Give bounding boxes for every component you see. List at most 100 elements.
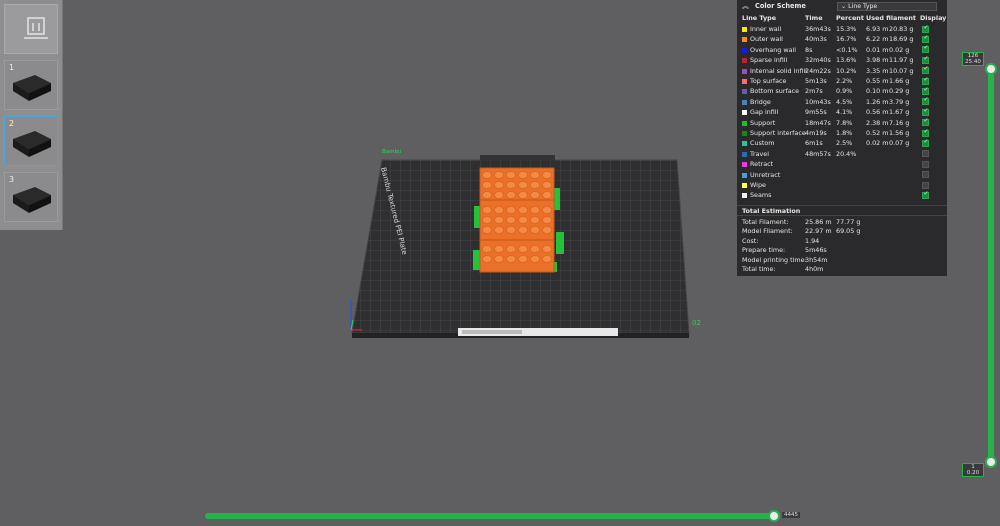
model-stud — [530, 226, 540, 234]
estimation-label: Total Filament: — [742, 218, 789, 226]
display-checkbox[interactable] — [922, 171, 929, 179]
color-swatch — [742, 151, 747, 157]
line-type-weight: 1.66 g — [889, 77, 910, 85]
model-stud — [506, 255, 516, 263]
display-checkbox[interactable] — [922, 55, 929, 64]
move-slider-handle[interactable] — [768, 510, 780, 522]
color-swatch — [742, 68, 747, 74]
move-slider-value: 4445 — [782, 512, 800, 518]
model-stud — [542, 181, 552, 189]
display-checkbox[interactable] — [922, 160, 929, 168]
model-stud — [506, 206, 516, 214]
plate-model-icon — [13, 131, 51, 157]
line-type-percent: 16.7% — [836, 35, 857, 44]
display-checkbox[interactable] — [922, 138, 929, 147]
model-stud — [506, 226, 516, 234]
layer-top-label: 126 25.40 — [962, 52, 984, 66]
line-type-weight: 10.07 g — [889, 66, 914, 75]
line-type-length: 0.55 m — [866, 77, 889, 85]
model-stud — [530, 181, 540, 189]
gcode-legend-panel: ︽ Color Scheme ⌄ Line Type Line Type Tim… — [737, 0, 947, 276]
color-swatch — [742, 162, 747, 168]
display-checkbox[interactable] — [922, 117, 929, 127]
display-checkbox[interactable] — [922, 86, 929, 95]
color-swatch — [742, 89, 747, 95]
legend-row: Top surface 5m13s 2.2% 0.55 m 1.66 g — [737, 76, 947, 86]
model-stud — [518, 226, 528, 234]
line-type-weight: 20.83 g — [889, 25, 914, 33]
display-checkbox[interactable] — [922, 190, 929, 199]
line-type-name: Internal solid infill — [750, 66, 807, 75]
plate-thumbnail-3[interactable]: 3 — [4, 172, 58, 222]
color-scheme-select[interactable]: ⌄ Line Type — [837, 2, 937, 11]
estimation-value: 4h0m — [805, 265, 824, 273]
line-type-percent: 4.1% — [836, 108, 853, 117]
line-type-length: 0.56 m — [866, 108, 889, 117]
line-type-name: Wipe — [750, 181, 766, 189]
line-type-weight: 0.02 g — [889, 45, 910, 54]
line-type-time: 8s — [805, 45, 813, 54]
color-scheme-title: Color Scheme — [755, 2, 806, 10]
line-type-weight: 1.67 g — [889, 108, 910, 117]
plate-id-label: 02 — [692, 319, 701, 327]
line-type-name: Outer wall — [750, 35, 783, 44]
display-checkbox[interactable] — [922, 65, 929, 75]
line-type-time: 10m43s — [805, 97, 831, 106]
legend-row: Internal solid infill 24m22s 10.2% 3.35 m 10… — [737, 65, 947, 76]
model-stud — [542, 171, 552, 179]
legend-row: Wipe — [737, 180, 947, 190]
legend-row: Bridge 10m43s 4.5% 1.26 m 3.79 g — [737, 96, 947, 107]
total-estimation-title: Total Estimation — [742, 207, 801, 215]
legend-row: Overhang wall 8s <0.1% 0.01 m 0.02 g — [737, 44, 947, 55]
legend-divider — [737, 205, 947, 206]
display-checkbox[interactable] — [922, 44, 929, 54]
display-checkbox[interactable] — [922, 34, 929, 43]
line-type-name: Travel — [750, 149, 769, 158]
model-stud — [482, 245, 492, 253]
plate-thumbnail-1[interactable]: 1 — [4, 60, 58, 110]
layer-slider-track[interactable] — [988, 70, 994, 462]
legend-row: Inner wall 36m43s 15.3% 6.93 m 20.83 g — [737, 24, 947, 34]
column-header-percent: Percent — [836, 14, 864, 22]
line-type-length: 6.93 m — [866, 25, 889, 33]
line-type-length: 0.52 m — [866, 129, 889, 137]
layer-slider-top-handle[interactable] — [985, 63, 997, 75]
model-stud — [506, 171, 516, 179]
display-checkbox[interactable] — [922, 76, 929, 85]
model-stud — [518, 216, 528, 224]
estimation-row: Model Filament: 22.97 m 69.05 g — [737, 227, 947, 236]
legend-row: Sparse infill 32m40s 13.6% 3.98 m 11.97 g — [737, 55, 947, 65]
layer-slider-bottom-handle[interactable] — [985, 456, 997, 468]
model-stud — [530, 191, 540, 199]
line-type-name: Inner wall — [750, 25, 782, 33]
legend-row: Retract — [737, 159, 947, 169]
line-type-weight: 0.29 g — [889, 87, 910, 96]
display-checkbox[interactable] — [922, 96, 929, 106]
line-type-weight: 7.16 g — [889, 118, 910, 127]
estimation-label: Cost: — [742, 236, 759, 245]
line-type-percent: <0.1% — [836, 45, 858, 54]
display-checkbox[interactable] — [922, 24, 929, 33]
move-slider-track[interactable] — [205, 513, 777, 519]
display-checkbox[interactable] — [922, 181, 929, 189]
line-type-name: Support — [750, 118, 776, 127]
estimation-label: Model Filament: — [742, 227, 793, 236]
model-stud — [530, 216, 540, 224]
display-checkbox[interactable] — [922, 150, 929, 158]
legend-row: Gap infill 9m55s 4.1% 0.56 m 1.67 g — [737, 107, 947, 117]
estimation-row: Total time: 4h0m — [737, 265, 947, 274]
plate-overview-button[interactable] — [4, 4, 58, 54]
model-stud — [542, 206, 552, 214]
model-stud — [482, 255, 492, 263]
model-stud — [494, 226, 504, 234]
line-type-percent: 7.8% — [836, 118, 853, 127]
display-checkbox[interactable] — [922, 107, 929, 116]
estimation-row: Model printing time: 3h54m — [737, 256, 947, 265]
estimation-value: 1.94 — [805, 236, 820, 245]
model-stud — [494, 216, 504, 224]
color-swatch — [742, 183, 747, 188]
plate-thumbnail-2[interactable]: 2 — [4, 116, 58, 166]
collapse-icon[interactable]: ︽ — [742, 1, 749, 11]
display-checkbox[interactable] — [922, 128, 929, 137]
line-type-time: 48m57s — [805, 149, 831, 158]
